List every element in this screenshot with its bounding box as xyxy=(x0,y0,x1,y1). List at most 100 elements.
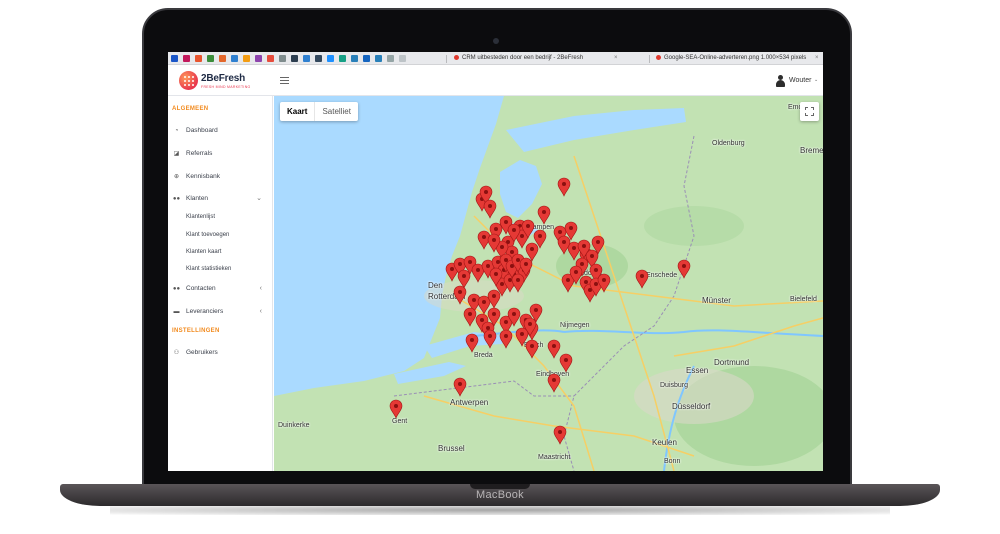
map-pin-icon[interactable] xyxy=(463,307,477,327)
map-pin-icon[interactable] xyxy=(483,199,497,219)
map-pin-icon[interactable] xyxy=(537,205,551,225)
map-pin-icon[interactable] xyxy=(465,333,479,353)
tab-close-icon[interactable]: × xyxy=(614,52,618,65)
bookmark-icon[interactable] xyxy=(351,55,358,62)
map-pin-icon[interactable] xyxy=(453,377,467,397)
map-pin-icon[interactable] xyxy=(557,235,571,255)
tab-close-icon[interactable]: × xyxy=(815,52,819,65)
bookmark-icon[interactable] xyxy=(243,55,250,62)
sidebar-subitem-klanten-kaart[interactable]: Klanten kaart xyxy=(186,247,221,257)
user-avatar[interactable] xyxy=(775,75,786,87)
map-pin-icon[interactable] xyxy=(635,269,649,289)
bookmark-icon[interactable] xyxy=(291,55,298,62)
camera xyxy=(493,38,499,44)
bookmark-icon[interactable] xyxy=(303,55,310,62)
bookmark-icon[interactable] xyxy=(279,55,286,62)
user-name[interactable]: Wouter xyxy=(789,77,811,84)
sidebar-item-label: Leveranciers xyxy=(186,308,224,315)
tab-title: CRM uitbesteden door een bedrijf - 2BeFr… xyxy=(462,55,584,61)
sidebar-item-label: Contacten xyxy=(186,285,216,292)
bookmark-icon[interactable] xyxy=(267,55,274,62)
bookmark-icon[interactable] xyxy=(375,55,382,62)
map-pin-icon[interactable] xyxy=(557,177,571,197)
map-pin-icon[interactable] xyxy=(547,339,561,359)
bookmark-icon[interactable] xyxy=(387,55,394,62)
map-type-kaart-button[interactable]: Kaart xyxy=(280,102,314,121)
favicon-icon xyxy=(454,55,459,60)
map-pin-icon[interactable] xyxy=(477,295,491,315)
sidebar-item-referrals[interactable]: ◪ Referrals xyxy=(172,148,268,160)
sidebar-item-label: Kennisbank xyxy=(186,173,220,180)
bookmark-icon[interactable] xyxy=(183,55,190,62)
map-pin-icon[interactable] xyxy=(499,329,513,349)
bookmark-icon[interactable] xyxy=(315,55,322,62)
sidebar-item-dashboard[interactable]: ◔ Dashboard xyxy=(172,125,268,137)
logo-icon[interactable] xyxy=(179,71,198,90)
map-pin-icon[interactable] xyxy=(553,425,567,445)
map-pin-icon[interactable] xyxy=(559,353,573,373)
device-brand-label: MacBook xyxy=(476,489,524,501)
map-pin-icon[interactable] xyxy=(389,399,403,419)
sidebar-item-kennisbank[interactable]: ⊕ Kennisbank xyxy=(172,171,268,183)
chevron-left-icon: ‹ xyxy=(259,308,262,315)
map-pin-icon[interactable] xyxy=(677,259,691,279)
favicon-icon xyxy=(656,55,661,60)
fullscreen-icon[interactable] xyxy=(800,102,819,121)
map-pins xyxy=(389,177,691,445)
browser-tab-crm[interactable]: CRM uitbesteden door een bedrijf - 2BeFr… xyxy=(454,52,624,65)
bookmark-icon[interactable] xyxy=(219,55,226,62)
map-pin-icon[interactable] xyxy=(525,339,539,359)
sidebar-item-leveranciers[interactable]: ▬ Leveranciers ‹ xyxy=(172,306,268,318)
bookmark-icon[interactable] xyxy=(195,55,202,62)
chevron-down-icon: ⌄ xyxy=(256,195,262,202)
menu-toggle-icon[interactable] xyxy=(280,77,289,84)
screen: CRM uitbesteden door een bedrijf - 2BeFr… xyxy=(168,52,823,471)
bookmark-icon[interactable] xyxy=(231,55,238,62)
customer-map[interactable]: Emden Oldenburg Breme Kampen Apeldoorn E… xyxy=(274,96,823,471)
truck-icon: ▬ xyxy=(173,309,180,315)
app-header: 2BeFresh FRESH MIND MARKETING Wouter ⌄ xyxy=(168,65,823,96)
sidebar-item-gebruikers[interactable]: ⚇ Gebruikers xyxy=(172,347,268,359)
dashboard-icon: ◔ xyxy=(174,128,179,134)
sidebar-item-label: Referrals xyxy=(186,150,213,157)
chevron-left-icon: ‹ xyxy=(259,285,262,292)
logo-tagline: FRESH MIND MARKETING xyxy=(201,85,251,89)
user-menu-caret-icon[interactable]: ⌄ xyxy=(814,77,818,83)
map-pin-icon[interactable] xyxy=(547,373,561,393)
sidebar-subitem-klantenlijst[interactable]: Klantenlijst xyxy=(186,212,215,222)
bookmark-icon[interactable] xyxy=(255,55,262,62)
sidebar-item-label: Klanten xyxy=(186,195,209,202)
logo-text[interactable]: 2BeFresh xyxy=(201,73,245,84)
map-pin-icon[interactable] xyxy=(457,269,471,289)
referrals-icon: ◪ xyxy=(173,151,180,157)
bookmark-icon[interactable] xyxy=(207,55,214,62)
user-group-icon: ⚇ xyxy=(173,350,180,356)
section-heading-settings: INSTELLINGEN xyxy=(172,328,220,334)
tab-separator xyxy=(446,55,447,63)
section-heading-general: ALGEMEEN xyxy=(172,106,209,112)
bookmark-icon[interactable] xyxy=(327,55,334,62)
map-type-satelliet-button[interactable]: Satelliet xyxy=(315,102,357,121)
map-pin-icon[interactable] xyxy=(515,327,529,347)
bookmark-icon[interactable] xyxy=(399,55,406,62)
tab-title: Google-SEA-Online-adverteren.png 1.000×5… xyxy=(664,55,807,61)
bookmark-icon[interactable] xyxy=(171,55,178,62)
bookmark-icon[interactable] xyxy=(339,55,346,62)
sidebar-item-label: Gebruikers xyxy=(186,349,218,356)
sidebar-item-contacten[interactable]: ●● Contacten ‹ xyxy=(172,283,268,295)
bookmark-icon[interactable] xyxy=(363,55,370,62)
map-pin-icon[interactable] xyxy=(483,329,497,349)
map-pin-icon[interactable] xyxy=(511,273,525,293)
sidebar-subitem-klant-toevoegen[interactable]: Klant toevoegen xyxy=(186,230,229,240)
contacts-icon: ●● xyxy=(172,286,181,292)
map-pin-icon[interactable] xyxy=(453,285,467,305)
laptop-mockup: CRM uitbesteden door een bedrijf - 2BeFr… xyxy=(0,0,1000,534)
browser-tab-image[interactable]: Google-SEA-Online-adverteren.png 1.000×5… xyxy=(656,52,816,65)
tab-separator xyxy=(649,55,650,63)
users-icon: ●● xyxy=(172,196,181,202)
sidebar: ALGEMEEN ◔ Dashboard ◪ Referrals ⊕ Kennisba… xyxy=(168,96,273,471)
sidebar-subitem-klant-statistieken[interactable]: Klant statistieken xyxy=(186,264,231,274)
sidebar-item-klanten[interactable]: ●● Klanten ⌄ xyxy=(172,193,268,205)
sidebar-item-label: Dashboard xyxy=(186,127,218,134)
map-pin-icon[interactable] xyxy=(487,289,501,309)
